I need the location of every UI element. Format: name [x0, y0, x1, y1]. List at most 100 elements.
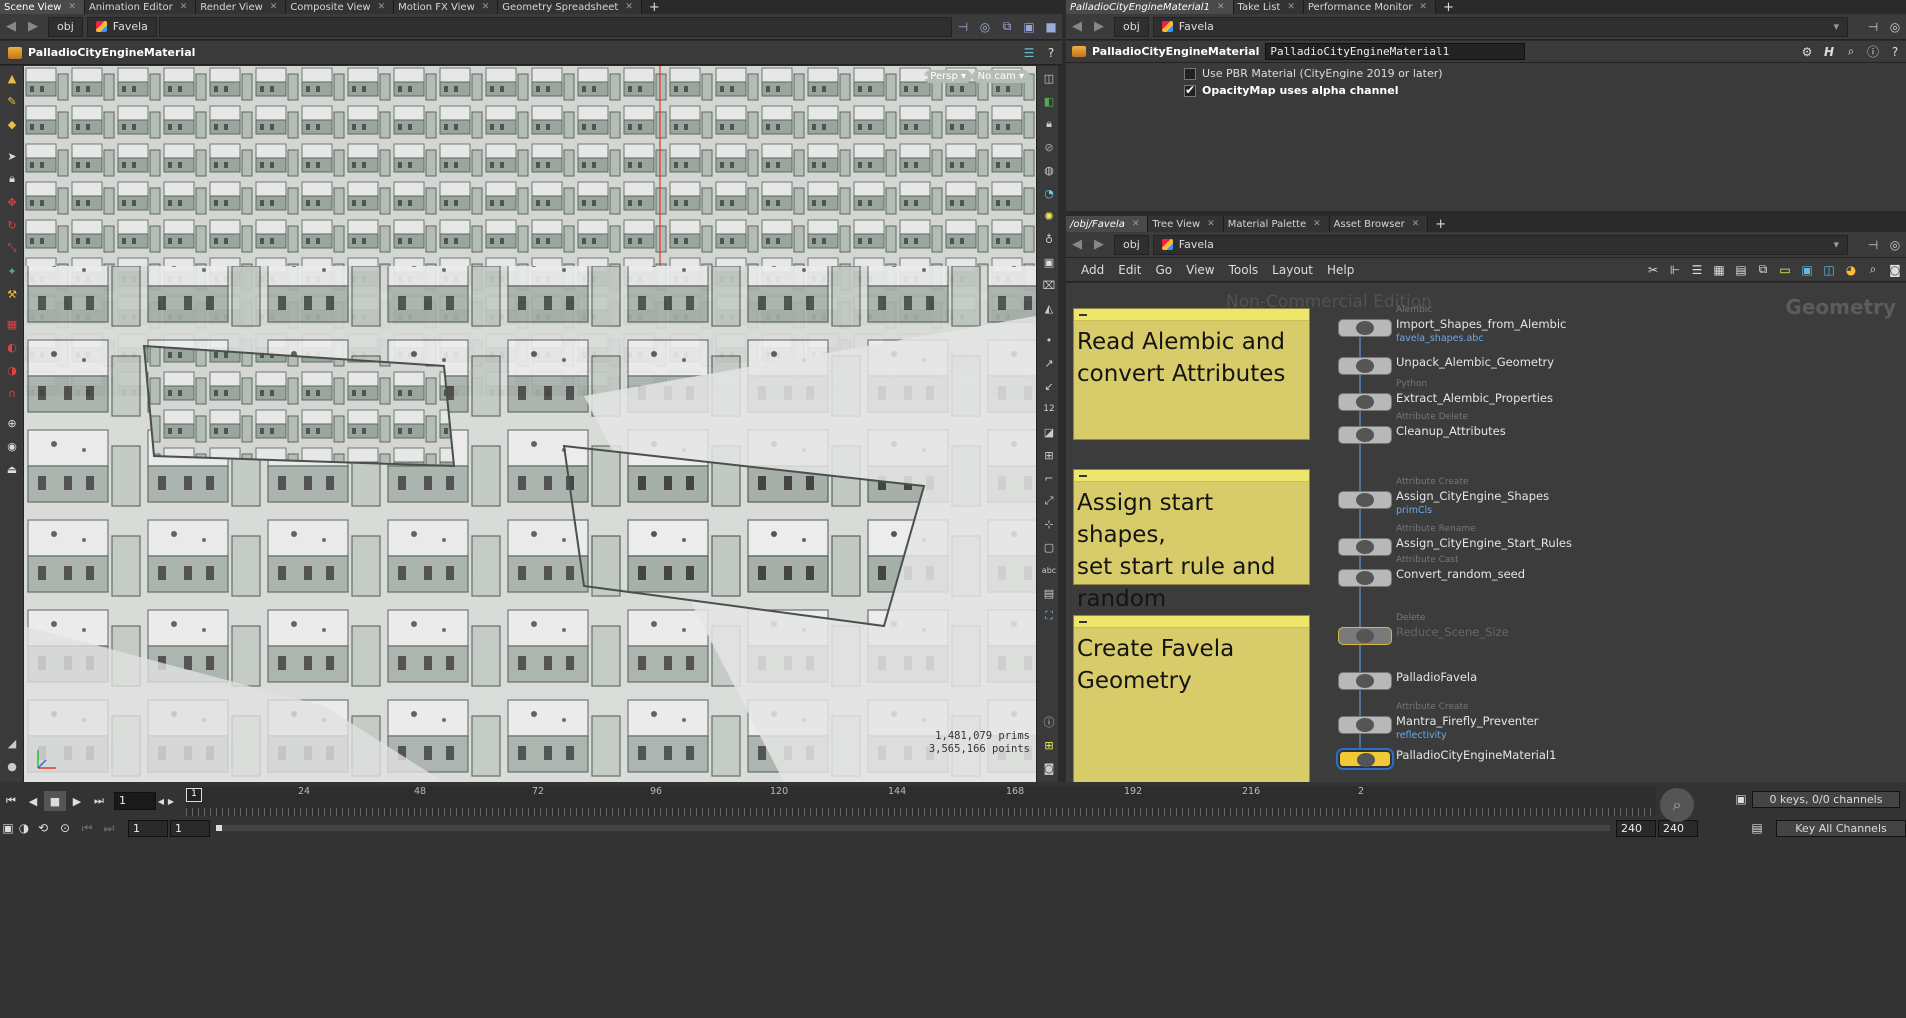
node-name-field[interactable]: PalladioCityEngineMaterial1 — [1265, 43, 1526, 60]
display-options-icon[interactable]: ☰ — [1018, 42, 1040, 64]
close-icon[interactable]: ✕ — [625, 2, 633, 12]
geometry-icon[interactable]: ◭ — [1038, 297, 1060, 319]
node-shape-icon[interactable] — [1338, 672, 1392, 690]
pbr-checkbox[interactable] — [1184, 68, 1196, 80]
search-channels-icon[interactable]: ⌕ — [1660, 788, 1694, 822]
network-tab[interactable]: Asset Browser ✕ — [1329, 216, 1429, 232]
visibility-icon[interactable]: ◧ — [1038, 90, 1060, 112]
menu-go[interactable]: Go — [1148, 263, 1179, 277]
tools-icon[interactable]: ✂ — [1642, 259, 1664, 281]
menu-help[interactable]: Help — [1320, 263, 1361, 277]
forward-arrow-icon[interactable]: ▶ — [1088, 19, 1110, 34]
close-icon[interactable]: ✕ — [378, 2, 386, 12]
network-tab[interactable]: Material Palette ✕ — [1223, 216, 1330, 232]
node-shape-icon[interactable] — [1338, 357, 1392, 375]
paint-tool-icon[interactable]: ◆ — [1, 113, 23, 135]
network-tab[interactable]: /obj/Favela ✕ — [1066, 216, 1149, 232]
right-top-tab[interactable]: Take List ✕ — [1233, 0, 1304, 14]
realtime-icon[interactable]: ▣ — [0, 817, 16, 839]
split-icon[interactable]: ▣ — [1018, 16, 1040, 38]
help-icon[interactable]: ? — [1884, 41, 1906, 63]
image-icon[interactable]: ▤ — [1038, 582, 1060, 604]
number-display-icon[interactable]: 12 — [1038, 398, 1060, 420]
display-icon[interactable]: ◙ — [1884, 259, 1906, 281]
close-icon[interactable]: ✕ — [1217, 2, 1225, 12]
handle-tool-icon[interactable]: ✦ — [1, 260, 23, 282]
wire-icon[interactable]: ◔ — [1038, 182, 1060, 204]
snapshot-camera-icon[interactable]: ◙ — [1038, 757, 1060, 779]
opacity-checkbox[interactable] — [1184, 83, 1196, 97]
node-shape-icon[interactable] — [1338, 569, 1392, 587]
network-tab[interactable]: Tree View ✕ — [1148, 216, 1224, 232]
network-box-icon[interactable]: ◫ — [1818, 259, 1840, 281]
add-tab-icon[interactable]: + — [1436, 0, 1461, 15]
path-field[interactable] — [158, 16, 952, 37]
sticky-note-icon[interactable]: ▭ — [1774, 259, 1796, 281]
brush-tool-icon[interactable]: ✎ — [1, 90, 23, 112]
link-icon[interactable]: ◎ — [1884, 16, 1906, 38]
menu-view[interactable]: View — [1179, 263, 1221, 277]
close-icon[interactable]: ✕ — [1132, 219, 1140, 229]
menu-layout[interactable]: Layout — [1265, 263, 1320, 277]
sphere-icon[interactable]: ● — [1, 755, 23, 777]
right-top-tab[interactable]: Performance Monitor ✕ — [1303, 0, 1436, 14]
3d-viewport[interactable]: Persp ▾ No cam ▾ 🔒︎ 1,481,079 prims 3,56… — [24, 66, 1036, 782]
frame-icon[interactable]: ⌐ — [1038, 467, 1060, 489]
rotate-tool-icon[interactable]: ↻ — [1, 214, 23, 236]
camera-mode-badge[interactable]: Persp ▾ — [924, 70, 972, 83]
list-icon[interactable]: ☰ — [1686, 259, 1708, 281]
dropdown-icon[interactable]: ▾ — [1833, 238, 1839, 251]
menu-tools[interactable]: Tools — [1222, 263, 1266, 277]
tree-icon[interactable]: ⊩ — [1664, 259, 1686, 281]
grid-icon[interactable]: ▦ — [1708, 259, 1730, 281]
dropdown-icon[interactable]: ▾ — [1833, 20, 1839, 33]
path-root[interactable]: obj — [1114, 16, 1149, 37]
frame-step-forward-button[interactable]: ▶ — [166, 797, 176, 806]
node-shape-icon[interactable] — [1338, 716, 1392, 734]
lock-view-icon[interactable]: 🔒︎ — [1038, 113, 1060, 135]
link-icon[interactable]: ◎ — [1884, 234, 1906, 256]
record-icon[interactable]: ⊕ — [1, 412, 23, 434]
pin-icon[interactable]: ⊣ — [1862, 16, 1884, 38]
arrow-tool-icon[interactable]: ➤ — [1, 145, 23, 167]
time-icon[interactable]: ⊙ — [54, 817, 76, 839]
node-shape-icon[interactable] — [1338, 627, 1392, 645]
key-channels-icon[interactable]: ▣ — [1730, 788, 1752, 810]
node-shape-icon[interactable] — [1338, 538, 1392, 556]
menu-add[interactable]: Add — [1074, 263, 1111, 277]
layout-icon[interactable]: ⧉ — [996, 16, 1018, 38]
path-root[interactable]: obj — [1114, 234, 1149, 255]
step-back-button[interactable]: ◀ — [22, 791, 44, 811]
opacity-option[interactable]: OpacityMap uses alpha channel — [1184, 83, 1398, 97]
range-start-field[interactable]: 1 — [128, 819, 168, 837]
close-icon[interactable]: ✕ — [270, 2, 278, 12]
normal-display-icon[interactable]: ↗ — [1038, 352, 1060, 374]
back-arrow-icon[interactable]: ◀ — [1066, 237, 1088, 252]
timeline-track[interactable]: 1 24 48 72 96 120 144 168 192 216 2 — [186, 786, 1656, 816]
scale-tool-icon[interactable]: ⤡ — [1, 237, 23, 259]
network-editor[interactable]: Non-Commercial Edition Geometry Read Ale… — [1066, 283, 1906, 782]
safe-area-icon[interactable]: ⊞ — [1038, 734, 1060, 756]
pivot-icon[interactable]: ⊹ — [1038, 513, 1060, 535]
render-icon[interactable]: ◢ — [1, 732, 23, 754]
left-tab[interactable]: Animation Editor ✕ — [84, 0, 197, 14]
close-icon[interactable]: ✕ — [1207, 219, 1215, 229]
close-icon[interactable]: ✕ — [1412, 219, 1420, 229]
text-icon[interactable]: abc — [1038, 559, 1060, 581]
point-display-icon[interactable]: • — [1038, 329, 1060, 351]
uv-display-icon[interactable]: ◪ — [1038, 421, 1060, 443]
shading-icon[interactable]: ◍ — [1038, 159, 1060, 181]
add-tab-icon[interactable]: + — [642, 0, 667, 15]
light-bulb-icon[interactable]: ✺ — [1038, 205, 1060, 227]
camera-icon[interactable]: ◉ — [1, 435, 23, 457]
path-node[interactable]: Favela ▾ — [1152, 16, 1848, 37]
box-icon[interactable]: ▢ — [1038, 536, 1060, 558]
node-shape-icon[interactable] — [1338, 750, 1392, 768]
snapshot-icon[interactable]: ⌧ — [1038, 274, 1060, 296]
left-tab[interactable]: Scene View ✕ — [0, 0, 85, 14]
snap-prim-icon[interactable]: ◐ — [1, 336, 23, 358]
left-tab[interactable]: Motion FX View ✕ — [394, 0, 499, 14]
range-end-field[interactable]: 240 — [1616, 819, 1656, 837]
jump-end-button[interactable]: ⏭ — [88, 791, 110, 811]
frame-marker[interactable]: 1 — [186, 788, 202, 802]
